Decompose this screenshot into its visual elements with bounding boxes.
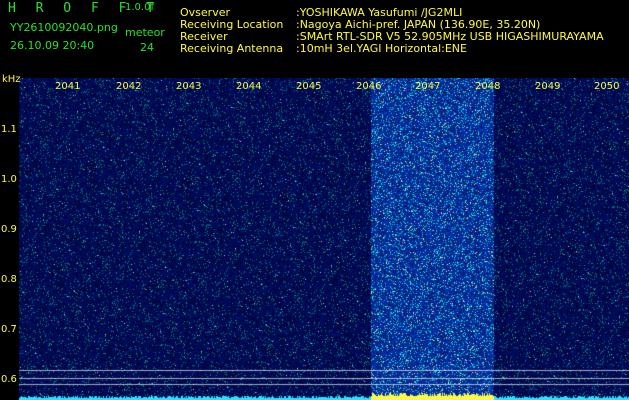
x-tick-label: 2042 xyxy=(116,81,142,92)
app-version: 1.0.0f xyxy=(125,2,154,13)
x-tick-label: 2044 xyxy=(236,81,262,92)
y-tick-label: 1.1 xyxy=(1,124,17,135)
waterfall-spectrogram xyxy=(0,78,629,400)
datetime: 26.10.09 20:40 xyxy=(10,39,95,52)
filename: YY2610092040.png xyxy=(10,21,118,34)
y-tick-label: 1.0 xyxy=(1,174,17,185)
meteor-label: meteor xyxy=(125,26,165,39)
x-tick-label: 2048 xyxy=(475,81,501,92)
meteor-count: 24 xyxy=(140,41,154,54)
y-tick-label: 0.8 xyxy=(1,274,17,285)
y-tick-label: 0.7 xyxy=(1,324,17,335)
y-tick-label: 0.9 xyxy=(1,224,17,235)
info-value-antenna: :10mH 3el.YAGI Horizontal:ENE xyxy=(296,42,467,55)
x-tick-label: 2046 xyxy=(356,81,382,92)
x-tick-label: 2050 xyxy=(594,81,620,92)
y-axis-unit: kHz xyxy=(2,74,21,85)
x-tick-label: 2049 xyxy=(535,81,561,92)
x-tick-label: 2041 xyxy=(55,81,81,92)
x-tick-label: 2043 xyxy=(176,81,202,92)
x-tick-label: 2047 xyxy=(415,81,441,92)
y-tick-label: 0.6 xyxy=(1,374,17,385)
header-panel: H R O F F T 1.0.0f YY2610092040.png 26.1… xyxy=(0,0,629,78)
x-tick-label: 2045 xyxy=(296,81,322,92)
info-label-antenna: Receiving Antenna xyxy=(180,42,284,55)
